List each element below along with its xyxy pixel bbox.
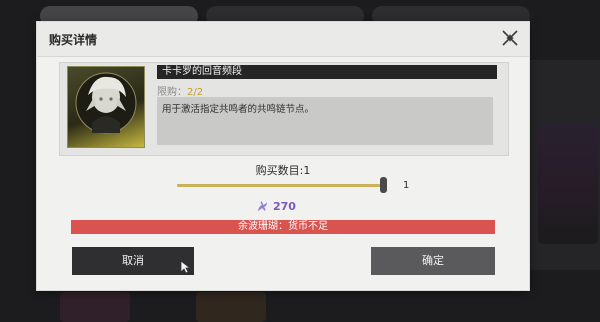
quantity-max-label: 1 (403, 180, 410, 191)
close-button[interactable] (499, 27, 521, 49)
mouse-cursor-icon (180, 260, 192, 274)
quantity-slider-fill (177, 184, 383, 187)
game-screen: 购买详情 卡卡罗的回音频段 限购：2/2 用于激活指定共鸣者的共鸣链节点。 购买… (0, 0, 600, 322)
insufficient-currency-warning: 余波珊瑚：货币不足 (71, 220, 495, 234)
item-description: 用于激活指定共鸣者的共鸣链节点。 (157, 97, 493, 145)
cost-row: 270 (255, 199, 296, 213)
dialog-header: 购买详情 (37, 22, 529, 57)
confirm-button[interactable]: 确定 (371, 247, 495, 275)
character-portrait-icon (67, 66, 145, 148)
cancel-button[interactable]: 取消 (72, 247, 194, 275)
purchase-dialog: 购买详情 卡卡罗的回音频段 限购：2/2 用于激活指定共鸣者的共鸣链节点。 购买… (37, 22, 529, 290)
cost-value: 270 (273, 199, 296, 213)
quantity-slider-handle[interactable] (380, 177, 387, 193)
item-name: 卡卡罗的回音频段 (157, 65, 497, 79)
close-x-icon (502, 30, 518, 46)
purchase-limit: 限购：2/2 (157, 83, 203, 98)
coral-currency-icon (258, 201, 267, 211)
quantity-label: 购买数目:1 (255, 164, 311, 177)
quantity-slider[interactable] (177, 184, 383, 187)
dialog-title: 购买详情 (49, 33, 98, 47)
